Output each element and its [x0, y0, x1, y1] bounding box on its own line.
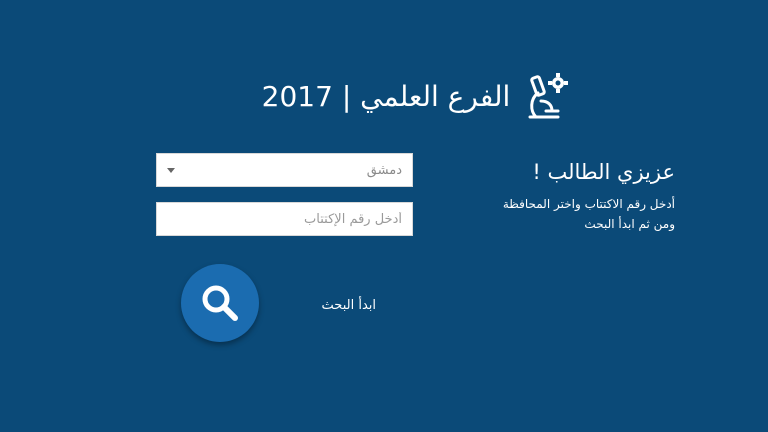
instructions-panel: عزيزي الطالب ! أدخل رقم الاكتتاب واختر ا…: [435, 160, 675, 234]
search-button[interactable]: [181, 264, 259, 342]
subscription-number-input[interactable]: [156, 202, 413, 236]
page-title: الفرع العلمي | 2017: [261, 79, 511, 113]
start-search-label[interactable]: ابدأ البحث: [290, 298, 376, 313]
instruction-line-2: ومن ثم ابدأ البحث: [584, 217, 675, 231]
instruction-line-1: أدخل رقم الاكتتاب واختر المحافظة: [502, 197, 675, 211]
governorate-select[interactable]: دمشق: [156, 153, 413, 187]
chevron-down-icon: [167, 167, 175, 173]
greeting-title: عزيزي الطالب !: [532, 160, 675, 184]
search-icon: [202, 285, 238, 321]
microscope-gear-icon: [528, 73, 569, 119]
page-header: الفرع العلمي | 2017: [260, 66, 570, 126]
governorate-selected-value: دمشق: [366, 162, 402, 178]
